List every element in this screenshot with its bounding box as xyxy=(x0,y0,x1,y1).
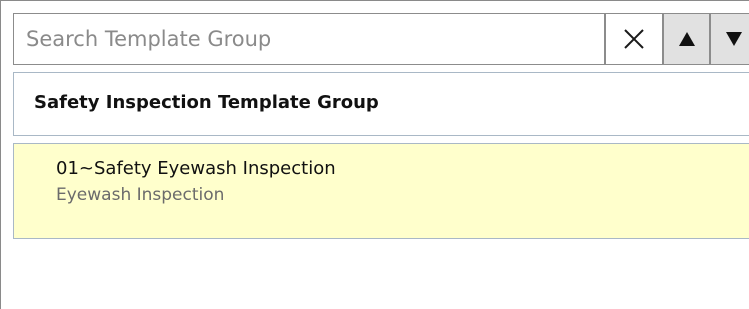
template-group-panel: Safety Inspection Template Group 01~Safe… xyxy=(0,0,749,309)
search-input[interactable] xyxy=(13,13,605,65)
list-item[interactable]: 01~Safety Eyewash Inspection Eyewash Ins… xyxy=(13,143,749,239)
group-title: Safety Inspection Template Group xyxy=(34,92,379,113)
previous-result-button[interactable] xyxy=(663,13,710,65)
search-bar xyxy=(13,13,749,65)
clear-search-button[interactable] xyxy=(605,13,663,65)
item-title: 01~Safety Eyewash Inspection xyxy=(56,158,336,179)
close-icon xyxy=(624,29,644,49)
item-subtitle: Eyewash Inspection xyxy=(56,185,225,205)
template-group-header: Safety Inspection Template Group xyxy=(13,72,749,136)
triangle-up-icon xyxy=(678,32,695,46)
next-result-button[interactable] xyxy=(710,13,749,65)
triangle-down-icon xyxy=(725,32,742,46)
